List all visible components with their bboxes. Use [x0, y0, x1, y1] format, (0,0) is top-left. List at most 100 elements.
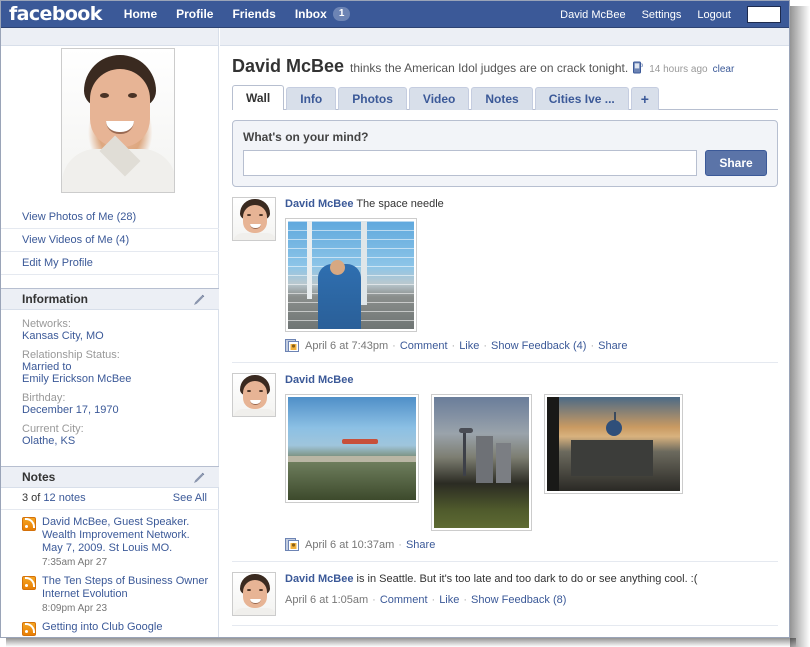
tab-notes[interactable]: Notes — [471, 87, 533, 110]
nav-link-inbox[interactable]: Inbox — [295, 7, 327, 21]
photo-building-one — [475, 436, 493, 484]
nav-link-friends[interactable]: Friends — [232, 7, 275, 21]
profile-photo[interactable] — [61, 48, 175, 193]
post-photo-row — [285, 218, 778, 332]
post-body: David McBee is in Seattle. But it's too … — [285, 572, 778, 616]
post-share-link[interactable]: Share — [406, 539, 435, 551]
info-value-relationship-status[interactable]: Married to — [22, 361, 207, 373]
notes-see-all-link[interactable]: See All — [173, 492, 207, 504]
table-row: David McBee April 6 at 10:37am · Share — [232, 363, 778, 562]
post-photo-thumbnail[interactable] — [285, 218, 417, 332]
info-label-birthday: Birthday: — [22, 392, 66, 404]
meta-separator: · — [392, 340, 396, 352]
logout-link[interactable]: Logout — [697, 9, 731, 21]
information-panel: Information Networks: Kansas City, MO Re… — [1, 288, 219, 453]
status-timestamp: 14 hours ago — [649, 64, 708, 75]
meta-separator: · — [431, 594, 436, 606]
post-header: David McBee The space needle — [285, 197, 778, 212]
post-author-link[interactable]: David McBee — [285, 374, 353, 386]
post-comment-link[interactable]: Comment — [400, 340, 448, 352]
add-tab-button[interactable]: + — [630, 87, 659, 110]
photo-building-two — [495, 442, 511, 484]
notes-count-link[interactable]: 12 notes — [43, 492, 85, 504]
avatar[interactable] — [232, 572, 276, 616]
post-body: David McBee The space needle April 6 at … — [285, 197, 778, 353]
info-value-spouse-name[interactable]: Emily Erickson McBee — [22, 373, 207, 385]
status-input[interactable] — [243, 150, 697, 176]
info-value-network[interactable]: Kansas City, MO — [22, 330, 207, 342]
avatar[interactable] — [232, 373, 276, 417]
browser-window: facebook Home Profile Friends Inbox 1 Da… — [0, 0, 790, 638]
post-photo-thumbnail[interactable] — [431, 394, 532, 531]
photo-sunset-cityscape — [547, 397, 680, 491]
post-show-feedback-link[interactable]: Show Feedback (4) — [491, 340, 586, 352]
share-button[interactable]: Share — [705, 150, 767, 176]
portrait-face — [90, 69, 150, 147]
post-share-link[interactable]: Share — [598, 340, 627, 352]
sidebar-row-edit-profile[interactable]: Edit My Profile — [1, 252, 219, 275]
rss-icon — [22, 622, 36, 636]
pencil-icon[interactable] — [193, 472, 205, 484]
photo-window-frame — [547, 397, 559, 491]
note-timestamp: 7:35am Apr 27 — [42, 557, 108, 568]
avatar-eye-right — [259, 390, 263, 392]
post-author-link[interactable]: David McBee — [285, 573, 353, 585]
avatar[interactable] — [232, 197, 276, 241]
photo-album-icon — [285, 339, 299, 352]
information-panel-title: Information — [22, 292, 88, 306]
page-body: View Photos of Me (28) View Videos of Me… — [1, 28, 789, 637]
post-timestamp: April 6 at 7:43pm — [305, 340, 389, 352]
settings-link[interactable]: Settings — [642, 9, 682, 21]
list-item[interactable]: Getting into Club Google — [1, 615, 219, 636]
note-title[interactable]: David McBee, Guest Speaker. Wealth Impro… — [42, 516, 190, 554]
sidebar-item-view-videos-of-me[interactable]: View Videos of Me (4) — [22, 234, 129, 246]
avatar-eye-right — [259, 214, 263, 216]
post-meta: April 6 at 10:37am · Share — [285, 538, 778, 552]
sidebar-row-view-videos[interactable]: View Videos of Me (4) — [1, 229, 219, 252]
tab-video[interactable]: Video — [408, 87, 470, 110]
post-photo-thumbnail[interactable] — [544, 394, 683, 494]
top-right-links: David McBee Settings Logout — [544, 1, 781, 28]
composer-row: Share — [243, 150, 767, 176]
status-clear-link[interactable]: clear — [713, 64, 735, 75]
tab-wall[interactable]: Wall — [232, 85, 285, 110]
notes-count-row: 3 of 12 notes See All — [1, 488, 219, 510]
sidebar-link-list: View Photos of Me (28) View Videos of Me… — [1, 206, 219, 636]
meta-separator: · — [451, 340, 456, 352]
page-title: David McBee — [232, 56, 345, 76]
info-value-current-city[interactable]: Olathe, KS — [22, 435, 207, 447]
post-photo-thumbnail[interactable] — [285, 394, 419, 503]
info-value-birthday[interactable]: December 17, 1970 — [22, 404, 207, 416]
post-like-link[interactable]: Like — [459, 340, 479, 352]
status-message: thinks the American Idol judges are on c… — [350, 61, 629, 75]
sidebar-row-view-photos[interactable]: View Photos of Me (28) — [1, 206, 219, 229]
tab-cities-ive-visited[interactable]: Cities Ive ... — [534, 87, 629, 110]
note-title[interactable]: Getting into Club Google — [42, 621, 162, 633]
photo-post-right — [361, 221, 368, 306]
post-show-feedback-link[interactable]: Show Feedback (8) — [471, 594, 566, 606]
nav-link-home[interactable]: Home — [124, 7, 157, 21]
post-like-link[interactable]: Like — [439, 594, 459, 606]
avatar-eye-left — [247, 390, 251, 392]
photo-needle-top — [458, 428, 473, 434]
nav-inbox-group[interactable]: Inbox 1 — [295, 7, 351, 21]
post-comment-link[interactable]: Comment — [380, 594, 428, 606]
facebook-logo[interactable]: facebook — [9, 4, 102, 24]
nav-link-profile[interactable]: Profile — [176, 7, 213, 21]
info-label-current-city: Current City: — [22, 423, 84, 435]
search-input[interactable] — [747, 6, 781, 23]
photo-person-head — [329, 259, 345, 275]
tab-info[interactable]: Info — [286, 87, 337, 110]
post-timestamp: April 6 at 10:37am — [305, 539, 395, 551]
sidebar-item-view-photos-of-me[interactable]: View Photos of Me (28) — [22, 211, 136, 223]
list-item[interactable]: The Ten Steps of Business Owner Internet… — [1, 569, 219, 615]
post-author-link[interactable]: David McBee — [285, 198, 353, 210]
account-name-link[interactable]: David McBee — [560, 9, 625, 21]
tab-photos[interactable]: Photos — [338, 87, 407, 110]
pencil-icon[interactable] — [193, 294, 205, 306]
sidebar-item-edit-my-profile[interactable]: Edit My Profile — [22, 257, 93, 269]
list-item[interactable]: David McBee, Guest Speaker. Wealth Impro… — [1, 510, 219, 569]
note-title[interactable]: The Ten Steps of Business Owner Internet… — [42, 575, 208, 600]
post-photo-row — [285, 394, 778, 531]
information-panel-header: Information — [1, 288, 219, 310]
